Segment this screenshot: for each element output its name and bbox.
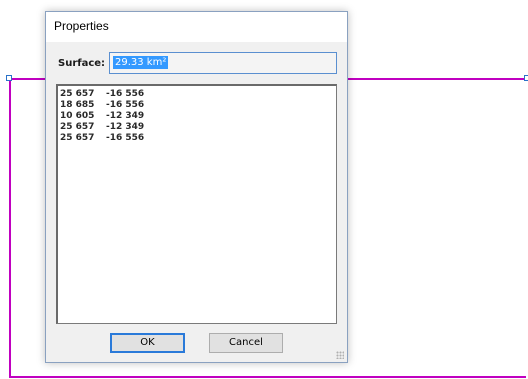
polygon-edge-bottom[interactable] [10, 376, 526, 378]
coordinate-y: -12 349 [106, 111, 145, 121]
polygon-edge-left[interactable] [9, 78, 11, 378]
vertex-handle-left[interactable] [6, 75, 12, 81]
surface-label: Surface: [58, 58, 106, 69]
coordinate-x: 25 657 [60, 133, 95, 143]
resize-grip-icon[interactable] [336, 351, 344, 359]
coordinate-y: -16 556 [106, 100, 145, 110]
coordinates-list[interactable]: 25 657 -16 556 18 685 -16 556 10 605 -12… [56, 84, 337, 324]
ok-button[interactable]: OK [110, 333, 185, 353]
coordinate-y: -16 556 [106, 133, 145, 143]
coordinate-x: 10 605 [60, 111, 95, 121]
coordinate-x: 25 657 [60, 89, 95, 99]
coordinate-x: 18 685 [60, 100, 95, 110]
properties-dialog: Properties Surface: 29.33 km² 25 657 -16… [45, 11, 348, 363]
cancel-button[interactable]: Cancel [209, 333, 283, 353]
dialog-title: Properties [54, 19, 109, 33]
surface-value: 29.33 km² [113, 56, 169, 69]
coordinate-x: 25 657 [60, 122, 95, 132]
map-canvas[interactable]: Properties Surface: 29.33 km² 25 657 -16… [0, 0, 528, 379]
coordinate-y: -16 556 [106, 89, 145, 99]
coordinate-y: -12 349 [106, 122, 145, 132]
dialog-titlebar[interactable]: Properties [46, 12, 347, 42]
vertex-handle-right[interactable] [524, 75, 528, 81]
surface-field[interactable]: 29.33 km² [109, 52, 337, 74]
